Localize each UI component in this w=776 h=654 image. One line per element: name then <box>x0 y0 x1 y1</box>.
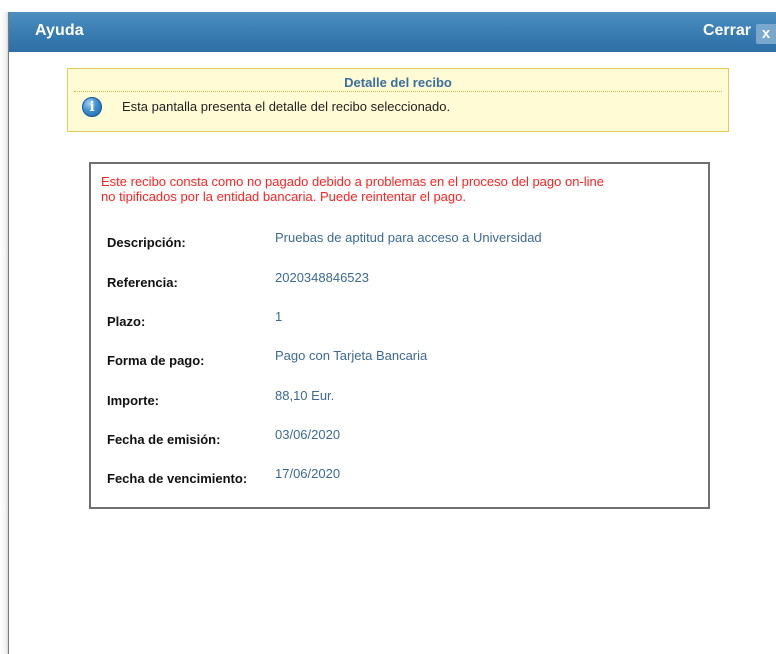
field-row-fecha-vencimiento: Fecha de vencimiento: 17/06/2020 <box>107 466 697 488</box>
field-label: Referencia: <box>107 275 178 290</box>
field-row-descripcion: Descripción: Pruebas de aptitud para acc… <box>107 230 697 252</box>
payment-warning: Este recibo consta como no pagado debido… <box>101 174 701 204</box>
info-icon: i <box>82 97 102 117</box>
field-row-importe: Importe: 88,10 Eur. <box>107 388 697 410</box>
field-label: Descripción: <box>107 235 186 250</box>
field-label: Fecha de vencimiento: <box>107 471 248 486</box>
field-value: 88,10 Eur. <box>275 388 335 403</box>
dialog-title: Ayuda <box>35 22 84 39</box>
field-row-fecha-emision: Fecha de emisión: 03/06/2020 <box>107 427 697 449</box>
field-value: 2020348846523 <box>275 270 369 285</box>
dialog-left-border <box>0 12 9 654</box>
field-value: Pruebas de aptitud para acceso a Univers… <box>275 230 542 245</box>
field-value: 1 <box>275 309 283 324</box>
field-row-forma-de-pago: Forma de pago: Pago con Tarjeta Bancaria <box>107 348 697 370</box>
field-label: Plazo: <box>107 314 146 329</box>
field-label: Importe: <box>107 393 159 408</box>
dialog-titlebar: Ayuda Cerrar x <box>9 12 776 52</box>
close-icon[interactable]: x <box>756 24 776 44</box>
info-message: Esta pantalla presenta el detalle del re… <box>122 99 451 114</box>
info-panel: Detalle del recibo i Esta pantalla prese… <box>67 68 729 132</box>
field-row-plazo: Plazo: 1 <box>107 309 697 331</box>
close-button[interactable]: Cerrar <box>703 22 751 40</box>
field-label: Fecha de emisión: <box>107 432 221 447</box>
field-label: Forma de pago: <box>107 353 205 368</box>
field-value: Pago con Tarjeta Bancaria <box>275 348 428 363</box>
payment-warning-line-1: Este recibo consta como no pagado debido… <box>101 174 605 189</box>
dialog-top-margin <box>0 0 776 12</box>
field-value: 03/06/2020 <box>275 427 341 442</box>
info-panel-divider <box>74 91 722 92</box>
info-panel-title: Detalle del recibo <box>344 75 452 90</box>
field-value: 17/06/2020 <box>275 466 341 481</box>
help-dialog: Ayuda Cerrar x Detalle del recibo i Esta… <box>0 0 776 654</box>
payment-warning-line-2: no tipificados por la entidad bancaria. … <box>101 189 466 204</box>
receipt-detail-panel: Este recibo consta como no pagado debido… <box>89 162 710 509</box>
left-border-shade <box>0 12 8 654</box>
field-row-referencia: Referencia: 2020348846523 <box>107 270 697 292</box>
